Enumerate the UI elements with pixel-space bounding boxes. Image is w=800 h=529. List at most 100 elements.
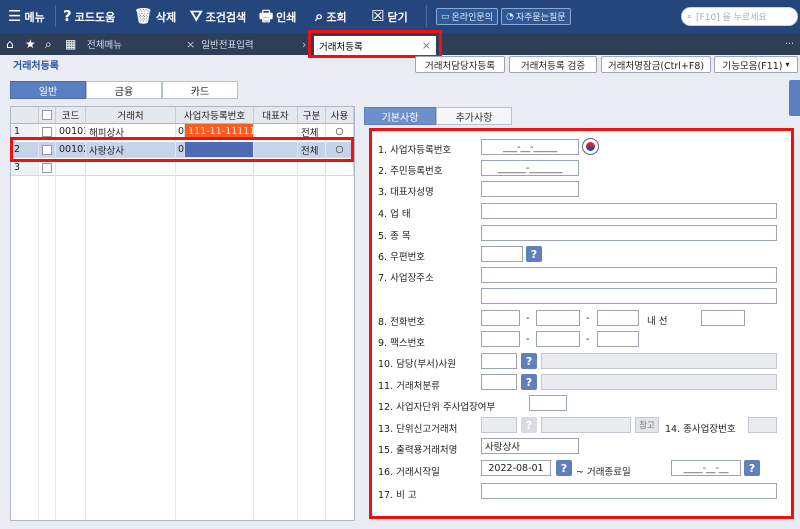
end-date-picker-button[interactable]: ? bbox=[744, 460, 760, 476]
select-all-checkbox[interactable] bbox=[42, 110, 52, 120]
toolbar-divider bbox=[55, 5, 56, 27]
fax-input-2[interactable] bbox=[536, 331, 580, 347]
resident-number-input[interactable]: ______-_______ bbox=[481, 160, 579, 176]
table-row[interactable]: 3 bbox=[11, 160, 354, 176]
label-main-workplace: 12. 사업자단위 주사업장여부 bbox=[378, 402, 496, 413]
row-use[interactable] bbox=[326, 160, 354, 176]
row-biznum[interactable] bbox=[176, 160, 254, 176]
extension-input[interactable] bbox=[701, 310, 745, 326]
customer-manager-button[interactable]: 거래처담당자등록 bbox=[415, 56, 505, 73]
tab-additional-info[interactable]: 추가사항 bbox=[436, 107, 512, 125]
row-checkbox-cell[interactable] bbox=[39, 160, 56, 176]
korea-flag-icon[interactable] bbox=[582, 138, 599, 155]
question-icon: ? bbox=[525, 375, 533, 389]
grid-header-rep[interactable]: 대표자 bbox=[254, 107, 298, 124]
grid-header-code[interactable]: 코드 bbox=[56, 107, 86, 124]
magnifier-icon: ⌕ bbox=[315, 7, 324, 25]
grid-header-biznum[interactable]: 사업자등록번호 bbox=[176, 107, 254, 124]
print-name-input[interactable]: 사랑상사 bbox=[481, 438, 579, 454]
remarks-input[interactable] bbox=[481, 483, 777, 499]
category-name-display bbox=[541, 374, 777, 390]
label-sub-workplace: 14. 종사업장번호 bbox=[665, 424, 736, 435]
lock-name-button[interactable]: 거래처명잠금(Ctrl+F8) bbox=[601, 56, 711, 73]
row-code[interactable] bbox=[56, 160, 86, 176]
online-inquiry-button[interactable]: ▭ 온라인문의 bbox=[436, 8, 498, 25]
label-zipcode: 6. 우편번호 bbox=[378, 252, 426, 263]
row-type[interactable] bbox=[298, 160, 326, 176]
representative-input[interactable] bbox=[481, 181, 579, 197]
tab-general[interactable]: 일반 bbox=[10, 81, 86, 99]
category-help-button[interactable]: ? bbox=[521, 374, 537, 390]
grid-header-num bbox=[11, 107, 39, 124]
phone-input-2[interactable] bbox=[536, 310, 580, 326]
start-date-picker-button[interactable]: ? bbox=[556, 460, 572, 476]
address-input-2[interactable] bbox=[481, 288, 777, 304]
menu-button[interactable]: ☰ 메뉴 bbox=[8, 0, 45, 33]
label-extension: 내 선 bbox=[647, 316, 668, 327]
row-name[interactable] bbox=[86, 160, 176, 176]
grid-header-type[interactable]: 구분 bbox=[298, 107, 326, 124]
label-start-date: 16. 거래시작일 bbox=[378, 467, 440, 478]
tab-finance[interactable]: 금융 bbox=[86, 81, 162, 99]
category-code-input[interactable] bbox=[481, 374, 517, 390]
phone-input-3[interactable] bbox=[597, 310, 639, 326]
tab-more-button[interactable]: ··· bbox=[785, 33, 794, 55]
phone-input-1[interactable] bbox=[481, 310, 520, 326]
address-input-1[interactable] bbox=[481, 267, 777, 283]
filter-icon: ⛛ bbox=[190, 7, 203, 25]
label-phone: 8. 전화번호 bbox=[378, 317, 426, 328]
calendar-icon[interactable]: ▦ bbox=[65, 36, 76, 52]
business-type-input[interactable] bbox=[481, 203, 777, 219]
label-business-item: 5. 종 목 bbox=[378, 231, 411, 242]
tab-journal-input[interactable]: × 일반전표입력 bbox=[186, 33, 254, 55]
zipcode-help-button[interactable]: ? bbox=[526, 246, 542, 262]
home-icon[interactable]: ⌂ bbox=[6, 36, 14, 52]
tab-card[interactable]: 카드 bbox=[162, 81, 238, 99]
printer-icon: 🖶 bbox=[259, 7, 274, 25]
grid-header-checkbox[interactable] bbox=[39, 107, 56, 124]
search-icon[interactable]: ⌕ bbox=[45, 36, 52, 52]
staff-name-display bbox=[541, 353, 777, 369]
close-button[interactable]: ☒ 닫기 bbox=[371, 0, 408, 33]
grid-line bbox=[325, 124, 326, 520]
grid-header-use[interactable]: 사용 bbox=[326, 107, 354, 124]
tab-basic-info[interactable]: 기본사항 bbox=[364, 107, 436, 125]
business-item-input[interactable] bbox=[481, 225, 777, 241]
label-end-date: ~ 거래종료일 bbox=[576, 467, 631, 478]
close-icon[interactable]: × bbox=[186, 38, 195, 51]
star-icon[interactable]: ★ bbox=[25, 36, 36, 52]
condition-search-button[interactable]: ⛛ 조건검색 bbox=[190, 0, 246, 33]
label-fax: 9. 팩스번호 bbox=[378, 338, 426, 349]
more-icon: ··· bbox=[785, 38, 795, 50]
question-icon: ? bbox=[525, 354, 533, 368]
faq-button[interactable]: ◔ 자주묻는질문 bbox=[501, 8, 571, 25]
main-workplace-input[interactable] bbox=[529, 395, 567, 411]
fax-input-3[interactable] bbox=[597, 331, 639, 347]
row-rep[interactable] bbox=[254, 160, 298, 176]
features-button[interactable]: 기능모음(F11) ▾ bbox=[714, 56, 798, 73]
view-button[interactable]: ⌕ 조회 bbox=[315, 0, 347, 33]
fax-input-1[interactable] bbox=[481, 331, 520, 347]
end-date-input[interactable]: ____-__-__ bbox=[671, 460, 741, 476]
grid-header-name[interactable]: 거래처 bbox=[86, 107, 176, 124]
delete-button[interactable]: 🗑 삭제 bbox=[134, 0, 176, 33]
code-help-button[interactable]: ? 코드도움 bbox=[63, 0, 115, 33]
page-title: 거래처등록 bbox=[13, 61, 59, 72]
row-checkbox[interactable] bbox=[42, 126, 52, 137]
side-panel-handle[interactable] bbox=[789, 80, 800, 116]
print-button[interactable]: 🖶 인쇄 bbox=[259, 0, 296, 33]
chat-icon: ◔ bbox=[506, 11, 514, 22]
tab-all-menu[interactable]: 전체메뉴 bbox=[87, 33, 122, 55]
monitor-icon: ▭ bbox=[441, 11, 450, 22]
start-date-input[interactable]: 2022-08-01 bbox=[481, 460, 551, 476]
label-print-name: 15. 출력용거래처명 bbox=[378, 445, 458, 456]
row-checkbox[interactable] bbox=[42, 162, 52, 173]
menu-search-input[interactable]: ⌕ [F10] 을 누르세요 bbox=[681, 7, 798, 26]
label-business-number: 1. 사업자등록번호 bbox=[378, 145, 452, 156]
staff-help-button[interactable]: ? bbox=[521, 353, 537, 369]
dash-separator: - bbox=[586, 313, 590, 324]
business-number-input[interactable]: ___-__-_____ bbox=[481, 139, 579, 155]
verify-registration-button[interactable]: 거래처등록 검증 bbox=[509, 56, 597, 73]
staff-code-input[interactable] bbox=[481, 353, 517, 369]
zipcode-input[interactable] bbox=[481, 246, 523, 262]
